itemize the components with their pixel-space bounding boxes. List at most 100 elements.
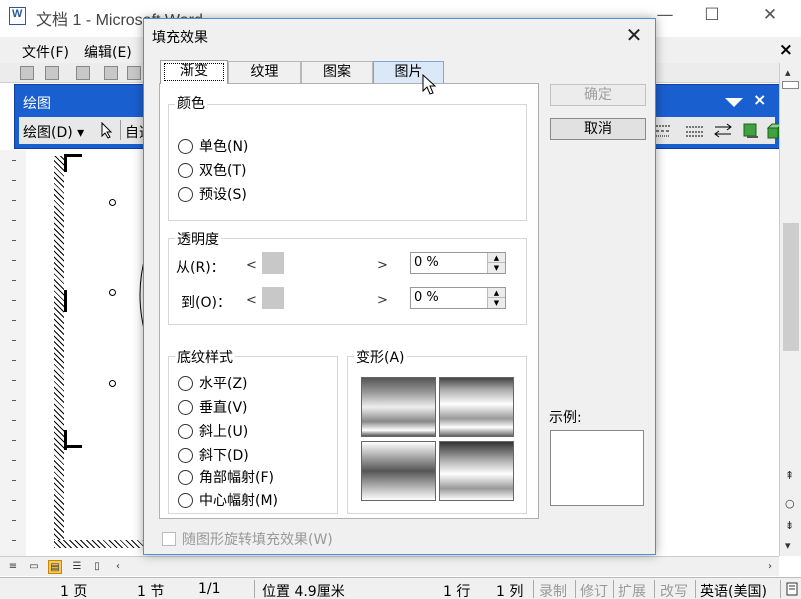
spin-up-icon[interactable]: ▲ bbox=[488, 288, 505, 298]
dialog-close-icon[interactable]: ✕ bbox=[622, 23, 646, 47]
vertical-scrollbar[interactable]: ▴ ⇞ ○ ⇟ ▾ bbox=[779, 63, 801, 556]
spelling-status-icon[interactable] bbox=[786, 582, 798, 596]
statusbar: 1 页 1 节 1/1 位置 4.9厘米 1 行 1 列 录制 修订 扩展 改写… bbox=[0, 577, 801, 599]
radio-from-corner[interactable]: 角部幅射(F) bbox=[178, 467, 274, 487]
dialog-title: 填充效果 bbox=[152, 30, 208, 46]
to-slider-right-arrow[interactable]: > bbox=[377, 293, 388, 308]
to-slider-left-arrow[interactable]: < bbox=[246, 293, 257, 308]
tab-texture[interactable]: 纹理 bbox=[228, 61, 301, 83]
radio-preset[interactable]: 预设(S) bbox=[178, 184, 247, 204]
maximize-button[interactable]: ☐ bbox=[697, 3, 727, 27]
colors-group-label: 颜色 bbox=[175, 93, 207, 113]
browse-object-icon[interactable]: ○ bbox=[785, 497, 795, 510]
reading-view-icon[interactable]: ▯ bbox=[90, 560, 104, 574]
to-slider-track[interactable] bbox=[262, 287, 284, 309]
split-box[interactable] bbox=[782, 81, 799, 89]
from-label: 从(R)： bbox=[176, 260, 225, 276]
radio-vertical[interactable]: 垂直(V) bbox=[178, 397, 248, 417]
variant-4[interactable] bbox=[439, 441, 514, 501]
menu-file[interactable]: 文件(F) bbox=[22, 42, 69, 62]
scroll-right-arrow-icon[interactable]: › bbox=[763, 560, 777, 574]
dash-style-icon[interactable] bbox=[655, 123, 671, 139]
document-close-icon[interactable]: × bbox=[779, 40, 793, 60]
resize-handle[interactable] bbox=[109, 199, 116, 206]
normal-view-icon[interactable]: ≡ bbox=[6, 560, 20, 574]
status-line: 1 行 bbox=[443, 584, 471, 599]
web-layout-icon[interactable]: ▭ bbox=[27, 560, 41, 574]
resize-handle[interactable] bbox=[109, 380, 116, 387]
scroll-up-arrow-icon[interactable]: ▴ bbox=[785, 66, 791, 79]
from-slider-track[interactable] bbox=[262, 252, 284, 274]
transparency-group-label: 透明度 bbox=[175, 229, 221, 249]
dash-lines-icon[interactable] bbox=[685, 123, 705, 139]
status-column: 1 列 bbox=[496, 584, 524, 599]
variant-1[interactable] bbox=[361, 377, 436, 437]
print-icon[interactable] bbox=[127, 66, 141, 80]
selection-border bbox=[54, 156, 64, 546]
gradient-panel: 颜色 单色(N) 双色(T) 预设(S) 透明度 从(R)： < > 0 % ▲… bbox=[159, 83, 539, 519]
new-document-icon[interactable] bbox=[20, 66, 34, 80]
from-slider-right-arrow[interactable]: > bbox=[377, 258, 388, 273]
radio-two-colors[interactable]: 双色(T) bbox=[178, 160, 246, 180]
resize-handle[interactable] bbox=[109, 289, 116, 296]
from-slider-left-arrow[interactable]: < bbox=[246, 258, 257, 273]
word-app-icon bbox=[9, 7, 26, 25]
status-language[interactable]: 英语(美国) bbox=[700, 581, 767, 599]
to-transparency-input[interactable]: 0 % ▲ ▼ bbox=[410, 287, 506, 309]
status-record[interactable]: 录制 bbox=[539, 581, 567, 599]
open-folder-icon[interactable] bbox=[45, 66, 59, 80]
spin-down-icon[interactable]: ▼ bbox=[488, 298, 505, 308]
menu-edit[interactable]: 编辑(E) bbox=[84, 42, 132, 62]
radio-one-color[interactable]: 单色(N) bbox=[178, 136, 248, 156]
tab-gradient[interactable]: 渐变 bbox=[160, 60, 228, 84]
status-track-changes[interactable]: 修订 bbox=[580, 581, 608, 599]
drawing-tools-group bbox=[655, 123, 783, 139]
permission-icon[interactable] bbox=[104, 66, 118, 80]
ok-button[interactable]: 确定 bbox=[550, 84, 646, 106]
select-pointer-icon[interactable] bbox=[101, 122, 113, 139]
status-extend[interactable]: 扩展 bbox=[618, 581, 646, 599]
radio-from-center[interactable]: 中心幅射(M) bbox=[178, 490, 278, 510]
to-label: 到(O)： bbox=[181, 295, 231, 311]
status-position: 位置 4.9厘米 bbox=[262, 584, 345, 599]
shading-styles-group: 底纹样式 水平(Z) 垂直(V) 斜上(U) 斜下(D) 角部幅射(F) 中心幅… bbox=[168, 347, 338, 514]
radio-horizontal[interactable]: 水平(Z) bbox=[178, 373, 248, 393]
preview-box bbox=[550, 430, 644, 506]
next-page-icon[interactable]: ⇟ bbox=[785, 519, 794, 532]
save-icon[interactable] bbox=[76, 66, 90, 80]
from-transparency-input[interactable]: 0 % ▲ ▼ bbox=[410, 252, 506, 274]
scrollbar-thumb[interactable] bbox=[783, 223, 799, 351]
spin-down-icon[interactable]: ▼ bbox=[488, 263, 505, 273]
rotate-with-shape-checkbox[interactable]: 随图形旋转填充效果(W) bbox=[162, 529, 333, 549]
preview-label: 示例: bbox=[549, 410, 582, 426]
status-page: 1 页 bbox=[60, 584, 88, 599]
variant-3[interactable] bbox=[361, 441, 436, 501]
draw-menu-button[interactable]: 绘图(D) ▾ bbox=[23, 122, 84, 142]
status-overtype[interactable]: 改写 bbox=[660, 581, 688, 599]
toolbar-options-icon[interactable] bbox=[725, 98, 743, 107]
spin-up-icon[interactable]: ▲ bbox=[488, 253, 505, 263]
drawing-toolbar-title: 绘图 bbox=[23, 96, 51, 112]
tab-pattern[interactable]: 图案 bbox=[301, 61, 373, 83]
scroll-down-arrow-icon[interactable]: ▾ bbox=[785, 539, 791, 552]
drawing-toolbar-close-icon[interactable]: × bbox=[753, 90, 766, 109]
print-layout-icon[interactable]: ▤ bbox=[48, 560, 62, 574]
radio-diagonal-down[interactable]: 斜下(D) bbox=[178, 445, 249, 465]
crop-mark-left bbox=[64, 290, 68, 312]
arrow-style-icon[interactable] bbox=[713, 123, 733, 139]
mouse-cursor-icon bbox=[422, 74, 436, 95]
toolbar-separator bbox=[120, 120, 121, 140]
shading-styles-label: 底纹样式 bbox=[175, 347, 235, 367]
crop-mark-bottom bbox=[64, 430, 82, 448]
outline-view-icon[interactable]: ☰ bbox=[70, 560, 84, 574]
cancel-button[interactable]: 取消 bbox=[550, 118, 646, 140]
scroll-left-arrow-icon[interactable]: ‹ bbox=[111, 560, 125, 574]
previous-page-icon[interactable]: ⇞ bbox=[785, 469, 794, 482]
radio-diagonal-up[interactable]: 斜上(U) bbox=[178, 421, 248, 441]
crop-mark-top bbox=[64, 154, 82, 172]
status-section: 1 节 bbox=[137, 584, 165, 599]
horizontal-scrollbar[interactable]: ≡ ▭ ▤ ☰ ▯ ‹ › bbox=[0, 556, 779, 576]
variant-2[interactable] bbox=[439, 377, 514, 437]
window-close-button[interactable]: ✕ bbox=[755, 3, 785, 27]
shadow-style-icon[interactable] bbox=[743, 123, 759, 139]
